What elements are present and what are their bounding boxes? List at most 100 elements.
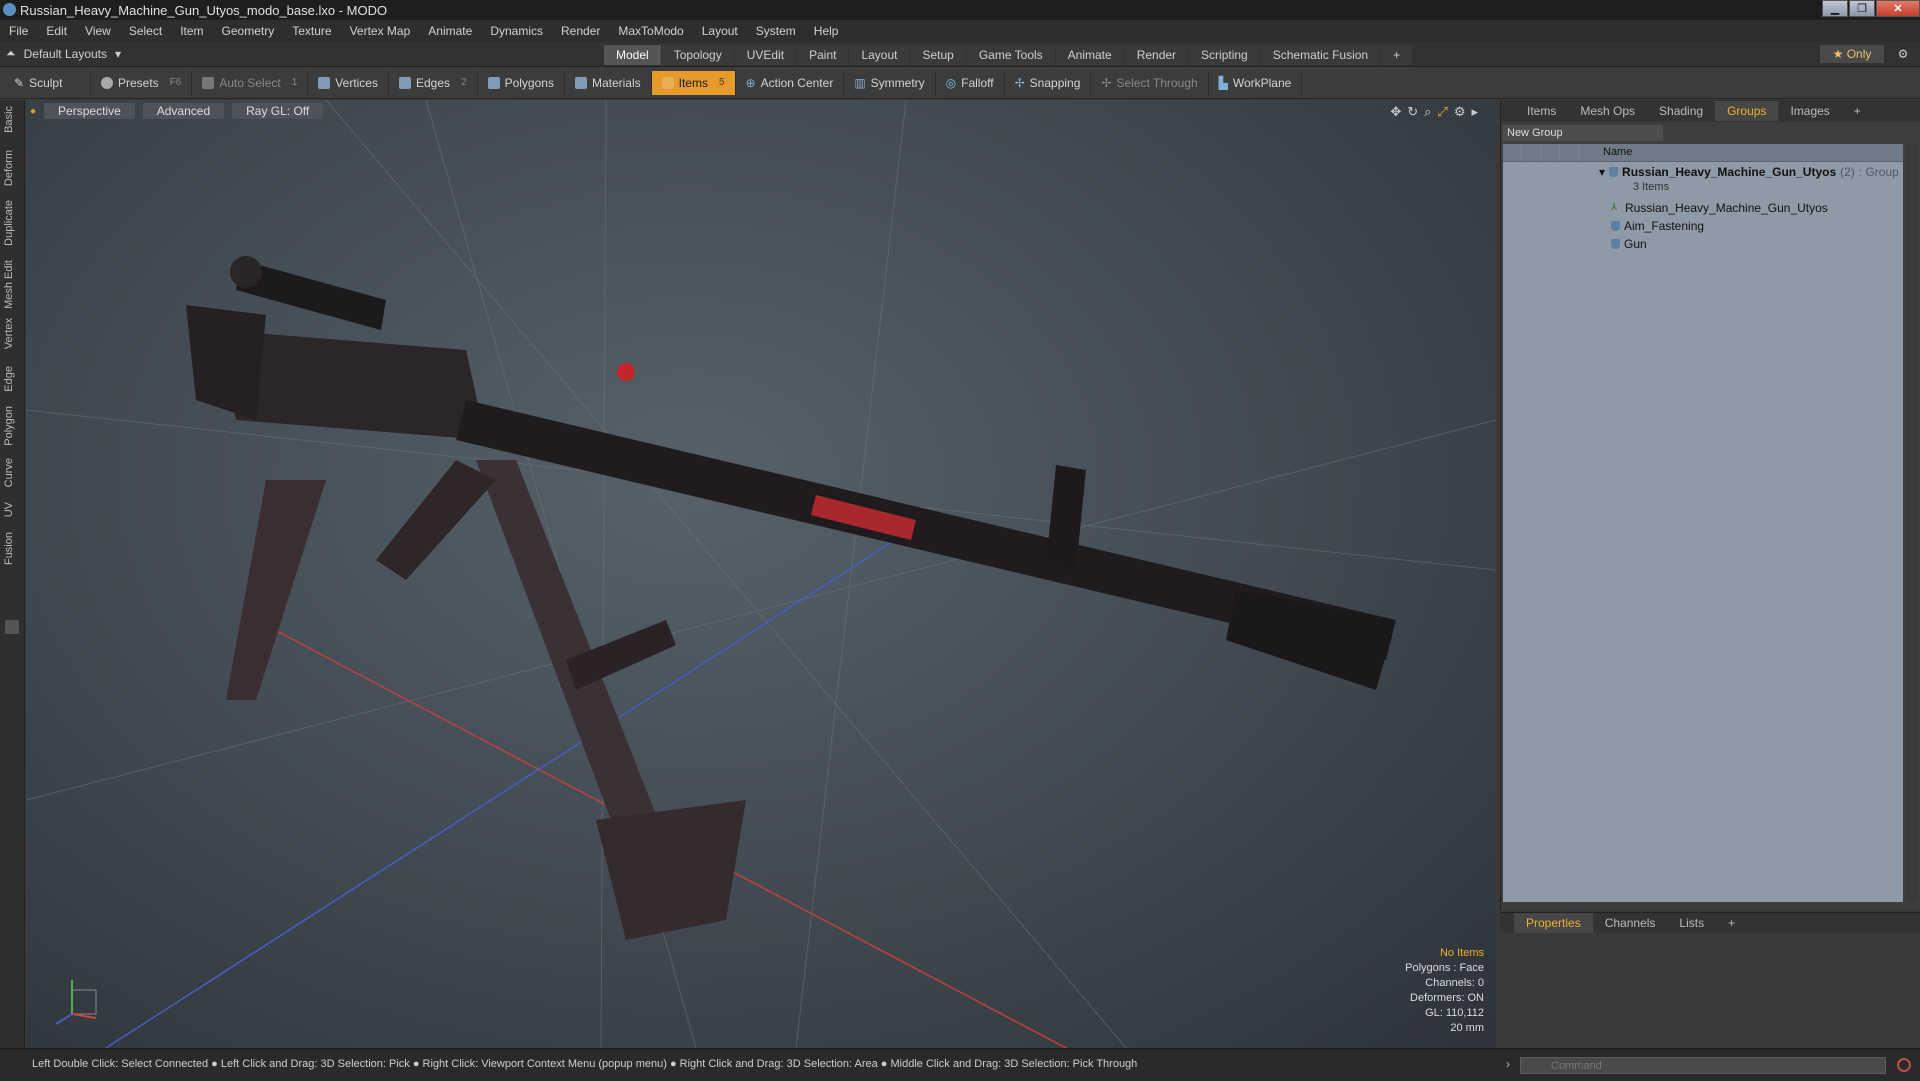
- workplane-button[interactable]: ▙ WorkPlane: [1209, 70, 1303, 95]
- add-properties-tab-button[interactable]: +: [1716, 913, 1747, 933]
- group-list[interactable]: Name ▾ Russian_Heavy_Machine_Gun_Utyos (…: [1503, 144, 1903, 902]
- tab-images[interactable]: Images: [1778, 101, 1841, 121]
- tab-render[interactable]: Render: [1124, 45, 1189, 65]
- menu-item[interactable]: Item: [171, 24, 212, 38]
- snapping-button[interactable]: ✢ Snapping: [1005, 70, 1092, 95]
- menu-vertex-map[interactable]: Vertex Map: [341, 24, 420, 38]
- new-group-button[interactable]: New Group: [1503, 125, 1663, 141]
- tab-paint[interactable]: Paint: [797, 45, 849, 65]
- action-center-button[interactable]: ⊕ Action Center: [736, 70, 845, 95]
- vtab-fusion[interactable]: Fusion: [3, 532, 21, 565]
- vtab-edge[interactable]: Edge: [3, 366, 21, 392]
- menu-view[interactable]: View: [76, 24, 120, 38]
- command-input[interactable]: [1520, 1057, 1886, 1074]
- vtab-deform[interactable]: Deform: [3, 150, 21, 186]
- group-row[interactable]: ▾ Russian_Heavy_Machine_Gun_Utyos (2) : …: [1599, 165, 1899, 179]
- raygl-button[interactable]: Ray GL: Off: [232, 103, 324, 119]
- polygons-button[interactable]: Polygons: [478, 70, 565, 95]
- select-toggle-icon[interactable]: [1560, 144, 1579, 161]
- fit-icon[interactable]: ⤢: [1437, 104, 1447, 120]
- list-item[interactable]: Aim_Fastening: [1611, 219, 1704, 233]
- menu-animate[interactable]: Animate: [419, 24, 481, 38]
- eye-icon[interactable]: [1503, 144, 1522, 161]
- group-list-scrollbar[interactable]: [1907, 144, 1917, 902]
- tab-groups[interactable]: Groups: [1715, 101, 1779, 121]
- tab-uvedit[interactable]: UVEdit: [734, 45, 797, 65]
- vertices-button[interactable]: Vertices: [308, 70, 389, 95]
- presets-button[interactable]: Presets F6: [91, 70, 193, 95]
- viewport-menu-icon[interactable]: ●: [30, 106, 36, 117]
- shading-mode-button[interactable]: Advanced: [142, 103, 225, 119]
- menu-texture[interactable]: Texture: [283, 24, 340, 38]
- tab-layout[interactable]: Layout: [849, 45, 910, 65]
- vtab-basic[interactable]: Basic: [3, 106, 21, 133]
- symmetry-button[interactable]: ▥ Symmetry: [844, 70, 936, 95]
- tab-game-tools[interactable]: Game Tools: [966, 45, 1055, 65]
- command-chevron-icon[interactable]: ›: [1506, 1057, 1510, 1071]
- expand-right-icon[interactable]: ▸: [1471, 104, 1478, 120]
- vtab-duplicate[interactable]: Duplicate: [3, 200, 21, 246]
- add-tab-button[interactable]: +: [1381, 45, 1413, 65]
- close-button[interactable]: ✕: [1876, 0, 1920, 17]
- layouts-dropdown[interactable]: ⏶ Default Layouts ▾: [6, 46, 121, 61]
- vtab-polygon[interactable]: Polygon: [3, 406, 21, 446]
- edges-button[interactable]: Edges 2: [389, 70, 478, 95]
- sculpt-button[interactable]: ✎ Sculpt: [4, 70, 91, 95]
- name-column-header[interactable]: Name: [1603, 146, 1632, 158]
- rotate-icon[interactable]: ↻: [1407, 104, 1418, 120]
- lock-icon[interactable]: [1541, 144, 1560, 161]
- select-through-button[interactable]: ✢ Select Through: [1091, 70, 1209, 95]
- zoom-icon[interactable]: ⌕: [1424, 104, 1431, 120]
- properties-panel: Properties Channels Lists +: [1500, 912, 1920, 1049]
- tab-model[interactable]: Model: [604, 45, 661, 65]
- menu-help[interactable]: Help: [805, 24, 848, 38]
- tab-animate[interactable]: Animate: [1055, 45, 1124, 65]
- pan-icon[interactable]: ✥: [1390, 104, 1401, 120]
- menu-geometry[interactable]: Geometry: [213, 24, 284, 38]
- menu-system[interactable]: System: [747, 24, 805, 38]
- menu-layout[interactable]: Layout: [693, 24, 747, 38]
- minimize-button[interactable]: ▁: [1822, 0, 1848, 17]
- group-list-header: Name: [1503, 144, 1903, 162]
- tab-scripting[interactable]: Scripting: [1189, 45, 1260, 65]
- vtab-vertex[interactable]: Vertex: [3, 318, 21, 349]
- falloff-button[interactable]: ◎ Falloff: [936, 70, 1005, 95]
- tab-shading[interactable]: Shading: [1647, 101, 1715, 121]
- tab-schematic-fusion[interactable]: Schematic Fusion: [1260, 45, 1381, 65]
- auto-select-button[interactable]: Auto Select 1: [192, 70, 309, 95]
- collapse-icon[interactable]: ▾: [1599, 165, 1605, 179]
- layout-bar: ⏶ Default Layouts ▾ Model Topology UVEdi…: [0, 42, 1920, 67]
- tab-lists[interactable]: Lists: [1667, 913, 1716, 933]
- gear-icon[interactable]: ⚙: [1894, 45, 1912, 63]
- tab-setup[interactable]: Setup: [910, 45, 966, 65]
- command-history-icon[interactable]: [1897, 1058, 1911, 1072]
- list-item[interactable]: ⅄ Russian_Heavy_Machine_Gun_Utyos: [1611, 201, 1828, 215]
- tab-channels[interactable]: Channels: [1593, 913, 1668, 933]
- vtab-curve[interactable]: Curve: [3, 458, 21, 487]
- render-toggle-icon[interactable]: [1522, 144, 1541, 161]
- group-type: : Group: [1858, 165, 1899, 179]
- vtab-uv[interactable]: UV: [3, 502, 21, 517]
- only-button[interactable]: ★ Only: [1820, 45, 1884, 63]
- auto-select-count: 1: [291, 77, 298, 88]
- tab-properties[interactable]: Properties: [1514, 913, 1593, 933]
- menu-render[interactable]: Render: [552, 24, 609, 38]
- items-button[interactable]: Items 5: [651, 70, 736, 95]
- tab-topology[interactable]: Topology: [661, 45, 734, 65]
- menu-dynamics[interactable]: Dynamics: [481, 24, 552, 38]
- menu-maxtomodo[interactable]: MaxToModo: [609, 24, 692, 38]
- vtab-mesh-edit[interactable]: Mesh Edit: [3, 260, 21, 309]
- menu-select[interactable]: Select: [120, 24, 171, 38]
- maximize-button[interactable]: ❐: [1849, 0, 1875, 17]
- list-item[interactable]: Gun: [1611, 237, 1647, 251]
- viewport-gear-icon[interactable]: ⚙: [1454, 104, 1466, 120]
- view-type-button[interactable]: Perspective: [44, 103, 135, 119]
- 3d-viewport[interactable]: ● Perspective Advanced Ray GL: Off ✥ ↻ ⌕…: [26, 100, 1496, 1048]
- materials-button[interactable]: Materials: [565, 70, 652, 95]
- tab-mesh-ops[interactable]: Mesh Ops: [1568, 101, 1647, 121]
- tab-items[interactable]: Items: [1501, 101, 1568, 121]
- add-panel-tab-button[interactable]: +: [1842, 101, 1873, 121]
- expand-toggle-icon[interactable]: [5, 620, 19, 634]
- menu-file[interactable]: File: [0, 24, 37, 38]
- menu-edit[interactable]: Edit: [37, 24, 76, 38]
